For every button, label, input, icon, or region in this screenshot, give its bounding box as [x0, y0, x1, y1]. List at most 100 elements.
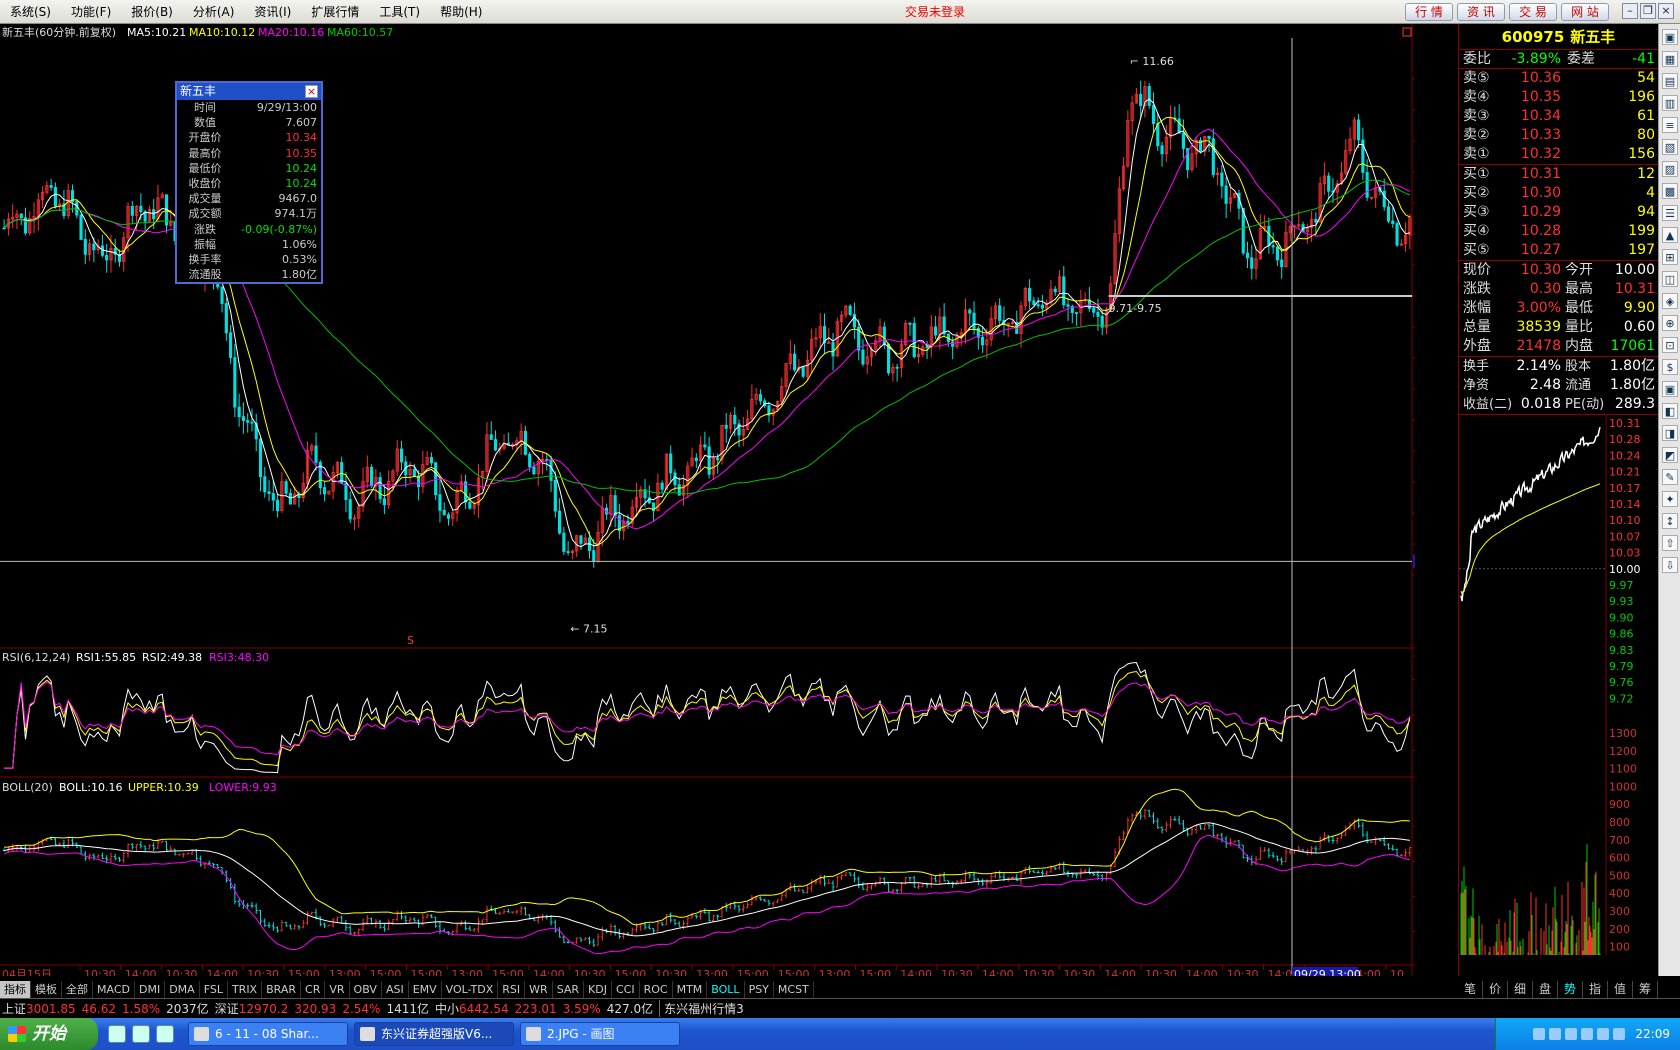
sell-row[interactable]: 卖⑤ 10.36 54	[1459, 69, 1658, 88]
panel-tab[interactable]: 笔	[1458, 981, 1483, 998]
quick-button[interactable]: 资 讯	[1457, 3, 1505, 21]
desktop-icon[interactable]	[156, 1025, 174, 1043]
indicator-tab[interactable]: BOLL	[707, 981, 745, 998]
indicator-tab[interactable]: 全部	[62, 981, 93, 998]
toolbar-icon[interactable]: ⊞	[1662, 249, 1678, 265]
sell-row[interactable]: 卖② 10.33 80	[1459, 126, 1658, 145]
indicator-tab[interactable]: 指标	[0, 981, 31, 998]
buy-row[interactable]: 买④ 10.28 199	[1459, 222, 1658, 241]
toolbar-icon[interactable]: ◩	[1662, 447, 1678, 463]
ie-icon[interactable]	[108, 1025, 126, 1043]
buy-row[interactable]: 买① 10.31 12	[1459, 165, 1658, 184]
restore-icon[interactable]: ❐	[1640, 3, 1656, 19]
indicator-tab[interactable]: DMI	[135, 981, 166, 998]
tray-volume-icon[interactable]	[1549, 1028, 1562, 1040]
indicator-tab[interactable]: KDJ	[584, 981, 612, 998]
toolbar-icon[interactable]: ▤	[1662, 73, 1678, 89]
indicator-tab[interactable]: 模板	[31, 981, 62, 998]
indicator-tab[interactable]: ROC	[640, 981, 673, 998]
indicator-tab[interactable]: OBV	[350, 981, 382, 998]
indicator-tab[interactable]: VOL-TDX	[442, 981, 499, 998]
panel-tab[interactable]: 细	[1508, 981, 1533, 998]
toolbar-icon[interactable]: $	[1662, 359, 1678, 375]
indicator-tab[interactable]: VR	[325, 981, 350, 998]
indicator-tab[interactable]: MCST	[774, 981, 814, 998]
task-button[interactable]: 东兴证券超强版V6...	[354, 1022, 514, 1046]
tray-network-icon[interactable]	[1533, 1028, 1546, 1040]
tray-im-icon[interactable]	[1581, 1028, 1594, 1040]
indicator-tab[interactable]: TRIX	[228, 981, 263, 998]
indicator-tab[interactable]: MTM	[673, 981, 708, 998]
toolbar-icon[interactable]: ▥	[1662, 95, 1678, 111]
toolbar-icon[interactable]: ◨	[1662, 425, 1678, 441]
quick-button[interactable]: 交 易	[1509, 3, 1557, 21]
menu-item[interactable]: 系统(S)	[0, 0, 61, 24]
sell-row[interactable]: 卖③ 10.34 61	[1459, 107, 1658, 126]
buy-row[interactable]: 买③ 10.29 94	[1459, 203, 1658, 222]
close-icon[interactable]: ×	[1658, 3, 1674, 19]
toolbar-icon[interactable]: ◫	[1662, 271, 1678, 287]
toolbar-icon[interactable]: ▨	[1662, 161, 1678, 177]
menu-item[interactable]: 扩展行情	[301, 0, 369, 24]
toolbar-icon[interactable]: ✎	[1662, 469, 1678, 485]
sell-row[interactable]: 卖① 10.32 156	[1459, 145, 1658, 164]
buy-row[interactable]: 买② 10.30 4	[1459, 184, 1658, 203]
panel-tab[interactable]: 指	[1583, 981, 1608, 998]
indicator-tab[interactable]: PSY	[745, 981, 774, 998]
tray-update-icon[interactable]	[1597, 1028, 1610, 1040]
indicator-tab[interactable]: RSI	[498, 981, 526, 998]
indicator-tab[interactable]: SAR	[553, 981, 585, 998]
panel-tab[interactable]: 价	[1483, 981, 1508, 998]
sell-row[interactable]: 卖④ 10.35 196	[1459, 88, 1658, 107]
indicator-tab[interactable]: CCI	[612, 981, 640, 998]
toolbar-icon[interactable]: ≡	[1662, 117, 1678, 133]
menu-item[interactable]: 资讯(I)	[244, 0, 301, 24]
toolbar-icon[interactable]: ☰	[1662, 205, 1678, 221]
panel-tab[interactable]: 筹	[1633, 981, 1658, 998]
toolbar-icon[interactable]: ▩	[1662, 183, 1678, 199]
toolbar-icon[interactable]: ▣	[1662, 29, 1678, 45]
quick-button[interactable]: 网 站	[1561, 3, 1609, 21]
tray-antivirus-icon[interactable]	[1565, 1028, 1578, 1040]
toolbar-icon[interactable]: ✦	[1662, 491, 1678, 507]
close-icon[interactable]: ×	[305, 85, 318, 98]
panel-tab[interactable]: 值	[1608, 981, 1633, 998]
buy-row[interactable]: 买⑤ 10.27 197	[1459, 241, 1658, 260]
menu-item[interactable]: 功能(F)	[61, 0, 121, 24]
indicator-tab[interactable]: DMA	[165, 981, 200, 998]
menu-item[interactable]: 帮助(H)	[430, 0, 492, 24]
toolbar-icon[interactable]: ↕	[1662, 513, 1678, 529]
toolbar-icon[interactable]: ◈	[1662, 293, 1678, 309]
indicator-tab[interactable]: WR	[525, 981, 553, 998]
intraday-chart-svg[interactable]: 10.31 10.28 10.24 10.21 10.17 10.14 10.10 10.07…	[1459, 415, 1659, 966]
indicator-tab[interactable]: MACD	[93, 981, 135, 998]
indicator-tab[interactable]: ASI	[382, 981, 409, 998]
toolbar-icon[interactable]: ◧	[1662, 403, 1678, 419]
minimize-icon[interactable]: –	[1622, 3, 1638, 19]
menu-item[interactable]: 报价(B)	[121, 0, 183, 24]
indicator-tab[interactable]: FSL	[200, 981, 228, 998]
tray-input-icon[interactable]	[1613, 1028, 1626, 1040]
task-button[interactable]: 2.JPG - 画图	[520, 1022, 680, 1046]
indicator-tab[interactable]: CR	[301, 981, 326, 998]
browser-icon[interactable]	[132, 1025, 150, 1043]
start-button[interactable]: 开始	[0, 1018, 98, 1050]
toolbar-icon[interactable]: ▧	[1662, 139, 1678, 155]
menu-item[interactable]: 工具(T)	[369, 0, 430, 24]
toolbar-icon[interactable]: ⊕	[1662, 315, 1678, 331]
toolbar-icon[interactable]: ▣	[1662, 381, 1678, 397]
panel-tab[interactable]: 盘	[1533, 981, 1558, 998]
toolbar-icon[interactable]: ▲	[1662, 227, 1678, 243]
toolbar-icon[interactable]: ▦	[1662, 51, 1678, 67]
toolbar-icon[interactable]: ⇩	[1662, 557, 1678, 573]
menu-item[interactable]: 分析(A)	[183, 0, 245, 24]
toolbar-icon[interactable]: ⊡	[1662, 337, 1678, 353]
task-button[interactable]: 6 - 11 - 08 Shar...	[188, 1022, 348, 1046]
corner-box-icon[interactable]	[1402, 27, 1412, 37]
panel-tab[interactable]: 势	[1558, 981, 1583, 998]
toolbar-icon[interactable]: ⇧	[1662, 535, 1678, 551]
indicator-tab[interactable]: BRAR	[262, 981, 302, 998]
data-tooltip-window[interactable]: 新五丰 × 时间 9/29/13:00 数值 7.607 开盘价 10.34 最高价 10.35…	[175, 81, 323, 284]
quick-button[interactable]: 行 情	[1405, 3, 1453, 21]
indicator-tab[interactable]: EMV	[409, 981, 442, 998]
